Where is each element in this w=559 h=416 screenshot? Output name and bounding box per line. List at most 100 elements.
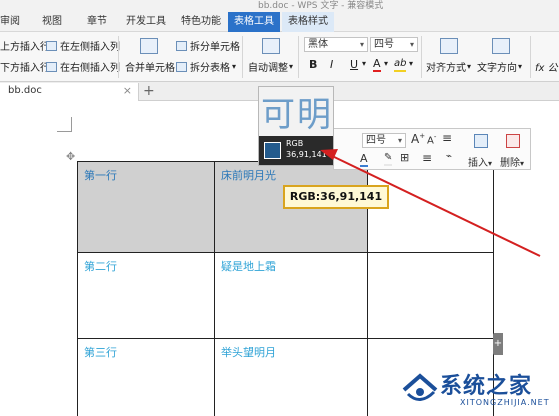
split-table-button[interactable]: 拆分表格 ▾ — [176, 59, 236, 74]
mini-delete-label: 删除 — [500, 158, 520, 169]
auto-fit-button[interactable]: 自动调整 ▾ — [248, 59, 293, 74]
auto-fit-icon — [262, 38, 280, 54]
document-tab-name: bb.doc — [8, 85, 42, 96]
ribbon-tab-bar: 审阅 视图 章节 开发工具 特色功能 表格工具 表格样式 — [0, 12, 559, 32]
formula-button[interactable]: fx 公 — [535, 59, 558, 74]
ribbon-separator — [242, 36, 243, 78]
ribbon-separator — [530, 36, 531, 78]
magnified-text: 可明 — [261, 95, 333, 135]
merge-cells-icon — [140, 38, 158, 54]
insert-col-left-label: 在左侧插入列 — [60, 42, 120, 53]
chevron-down-icon: ▾ — [409, 40, 414, 49]
window-title: bb.doc - WPS 文字 - 兼容模式 — [258, 1, 384, 11]
ribbon-separator — [298, 36, 299, 78]
table-move-handle-icon[interactable]: ✥ — [66, 151, 77, 162]
merge-cells-button[interactable]: 合并单元格 — [125, 59, 175, 74]
chevron-down-icon: ▾ — [232, 62, 237, 71]
chevron-down-icon: ▾ — [289, 62, 294, 71]
side-panel-handle[interactable]: + — [493, 333, 503, 355]
split-cells-icon — [176, 40, 187, 51]
split-table-icon — [176, 61, 187, 72]
document-tab[interactable]: bb.doc × — [0, 83, 139, 101]
watermark-cn-text: 系统之家 — [440, 374, 533, 399]
delete-table-icon[interactable] — [506, 134, 520, 148]
split-cells-button[interactable]: 拆分单元格 — [176, 38, 240, 53]
watermark-en-text: XITONGZHIJIA.NET — [460, 398, 550, 407]
alignment-button[interactable]: 对齐方式 ▾ — [426, 59, 471, 74]
highlight-button[interactable]: ab — [394, 58, 407, 72]
text-direction-button[interactable]: 文字方向 ▾ — [477, 59, 522, 74]
insert-col-left-button[interactable]: 在左侧插入列 — [46, 38, 120, 53]
mini-insert-label: 插入 — [468, 158, 488, 169]
close-icon[interactable]: × — [123, 84, 132, 97]
chevron-down-icon[interactable]: ▾ — [409, 59, 413, 68]
insert-row-above-button[interactable]: 上方插入行 — [0, 38, 50, 53]
font-size-value: 四号 — [374, 39, 394, 50]
alignment-label: 对齐方式 — [426, 63, 466, 74]
chevron-down-icon: ▾ — [520, 159, 525, 168]
add-tab-icon[interactable]: + — [143, 82, 155, 100]
text-direction-icon — [492, 38, 510, 54]
chevron-down-icon[interactable]: ▾ — [384, 59, 388, 68]
insert-table-icon[interactable] — [474, 134, 488, 148]
mini-delete-button[interactable]: 删除▾ — [500, 154, 524, 169]
italic-button[interactable]: I — [330, 58, 333, 71]
tab-developer[interactable]: 开发工具 — [124, 12, 168, 32]
ribbon-separator — [118, 36, 119, 78]
shrink-font-icon[interactable]: A- — [427, 133, 436, 146]
tab-table-tools[interactable]: 表格工具 — [228, 12, 280, 32]
table-cell[interactable]: 第一行 — [77, 161, 215, 253]
mini-font-size-select[interactable]: 四号 ▾ — [362, 133, 406, 148]
tab-view[interactable]: 视图 — [38, 12, 66, 32]
title-bar: bb.doc - WPS 文字 - 兼容模式 — [0, 0, 559, 12]
table-cell[interactable]: 举头望明月 — [214, 338, 368, 416]
page-corner-mark — [57, 131, 71, 132]
chevron-down-icon[interactable]: ▾ — [362, 59, 366, 68]
text-direction-label: 文字方向 — [477, 63, 517, 74]
insert-col-icon — [46, 40, 57, 51]
shading-icon[interactable]: ✎ — [384, 152, 393, 166]
tab-review[interactable]: 审阅 — [0, 12, 20, 32]
font-size-select[interactable]: 四号 ▾ — [370, 37, 418, 52]
underline-button[interactable]: U — [350, 58, 358, 71]
chevron-down-icon: ▾ — [518, 62, 523, 71]
app-window: bb.doc - WPS 文字 - 兼容模式 审阅 视图 章节 开发工具 特色功… — [0, 0, 559, 416]
grow-font-icon[interactable]: A+ — [411, 132, 425, 146]
chevron-down-icon: ▾ — [397, 136, 402, 145]
table-row: 第二行 疑是地上霜 — [77, 252, 494, 339]
auto-fit-label: 自动调整 — [248, 63, 288, 74]
mini-font-color-icon[interactable]: A — [360, 153, 368, 167]
font-color-button[interactable]: A — [373, 58, 381, 72]
mini-insert-button[interactable]: 插入▾ — [468, 154, 492, 169]
table-cell[interactable]: 第二行 — [77, 252, 215, 339]
table-cell[interactable]: 第三行 — [77, 338, 215, 416]
table-cell[interactable] — [367, 252, 494, 339]
border-icon[interactable]: ⊞ — [400, 151, 409, 164]
font-name-select[interactable]: 黑体 ▾ — [304, 37, 368, 52]
format-brush-icon[interactable]: ⌁ — [446, 151, 452, 162]
align-icon[interactable]: ≡ — [422, 151, 432, 165]
ribbon-separator — [421, 36, 422, 78]
table-cell[interactable]: 疑是地上霜 — [214, 252, 368, 339]
insert-col-right-label: 在右侧插入列 — [60, 63, 120, 74]
color-picker-readout: RGB 36,91,141 — [259, 136, 333, 165]
bold-button[interactable]: B — [309, 58, 317, 71]
chevron-down-icon: ▾ — [467, 62, 472, 71]
chevron-down-icon: ▾ — [359, 40, 364, 49]
tab-special[interactable]: 特色功能 — [176, 12, 226, 32]
split-table-label: 拆分表格 — [190, 63, 230, 74]
tab-table-style[interactable]: 表格样式 — [282, 12, 334, 32]
split-cells-label: 拆分单元格 — [190, 42, 240, 53]
font-name-value: 黑体 — [308, 39, 328, 50]
insert-row-below-button[interactable]: 下方插入行 — [0, 59, 50, 74]
line-spacing-icon[interactable]: ≡ — [442, 131, 452, 145]
insert-row-below-label: 下方插入行 — [0, 63, 50, 74]
mini-toolbar: 四号 ▾ A+ A- ≡ A ✎ ⊞ ≡ ⌁ 插入▾ 删除▾ — [333, 128, 531, 170]
chevron-down-icon: ▾ — [488, 159, 493, 168]
mini-font-size-value: 四号 — [366, 135, 386, 146]
insert-col-right-button[interactable]: 在右侧插入列 — [46, 59, 120, 74]
page-corner-mark — [71, 117, 72, 132]
tab-chapter[interactable]: 章节 — [82, 12, 112, 32]
ribbon: 上方插入行 在左侧插入列 下方插入行 在右侧插入列 合并单元格 拆分单元格 拆分… — [0, 32, 559, 82]
color-picker-magnifier: 可明 RGB 36,91,141 — [258, 86, 334, 166]
